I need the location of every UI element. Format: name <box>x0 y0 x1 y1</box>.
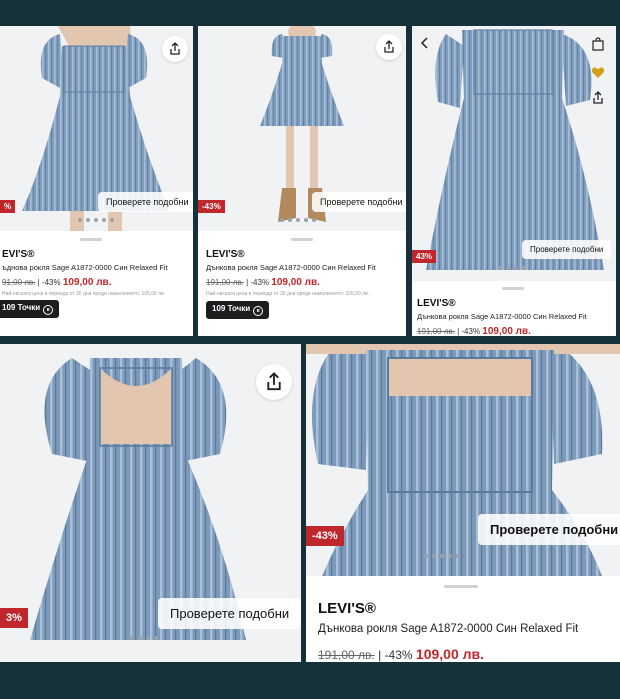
share-button-4[interactable] <box>256 364 292 400</box>
share-icon <box>384 40 394 53</box>
product-name-2[interactable]: Дънкова рокля Sage A1872-0000 Син Relaxe… <box>206 263 376 272</box>
bag-icon <box>592 37 604 51</box>
discount-pct-5: -43% <box>384 648 413 662</box>
points-text-1: 109 Точки <box>2 303 41 312</box>
old-price-2: 191,00 лв. <box>206 278 244 287</box>
old-price-5: 191,00 лв. <box>318 648 375 662</box>
discount-pct-3: -43% <box>461 327 481 336</box>
top-bar <box>0 0 620 22</box>
new-price-5: 109,00 лв. <box>415 646 485 662</box>
discount-pct-1: -43% <box>41 278 61 287</box>
image-dots-4 <box>130 636 158 640</box>
lowest-price-note-2: Най-ниската цена в периода от 30 дни пре… <box>206 291 370 297</box>
new-price-1: 109,00 лв. <box>62 277 112 288</box>
points-text-2: 109 Точки <box>212 304 251 313</box>
product-image-3[interactable]: Проверете подобни 43% <box>412 26 616 281</box>
image-dots-3 <box>498 266 526 270</box>
old-price-3: 191,00 лв. <box>417 327 455 336</box>
discount-badge-4: 3% <box>0 608 28 628</box>
image-dots-1 <box>78 218 114 222</box>
price-row-2: 191,00 лв. | -43% 109,00 лв. <box>206 277 320 288</box>
points-badge-2: 109 Точки в <box>206 301 270 319</box>
favorite-button[interactable] <box>590 64 606 80</box>
discount-badge-5: -43% <box>306 526 344 546</box>
check-similar-button-2[interactable]: Проверете подобни <box>312 192 406 212</box>
share-icon <box>267 372 281 391</box>
discount-badge-2: -43% <box>198 200 225 213</box>
product-image-1[interactable]: Проверете подобни % <box>0 26 193 231</box>
product-name-1[interactable]: ъднова рокля Sage A1872-0000 Син Relaxed… <box>2 263 168 272</box>
drag-handle-2[interactable] <box>291 238 313 241</box>
drag-handle-5[interactable] <box>444 585 478 588</box>
brand-3: LEVI'S® <box>417 298 456 309</box>
back-chevron-icon <box>420 37 428 49</box>
coin-icon: в <box>253 306 264 316</box>
price-row-1: 91,00 лв. | -43% 109,00 лв. <box>2 277 112 288</box>
discount-badge-3: 43% <box>412 250 437 263</box>
new-price-3: 109,00 лв. <box>482 326 531 336</box>
product-card-4[interactable]: Проверете подобни 3% <box>0 344 301 662</box>
product-card-5[interactable]: Проверете подобни -43% LEVI'S® Дънкова р… <box>306 344 620 662</box>
drag-handle-1[interactable] <box>80 238 102 241</box>
price-row-5: 191,00 лв. | -43% 109,00 лв. <box>318 646 485 662</box>
product-card-2[interactable]: Проверете подобни -43% LEVI'S® Дънкова р… <box>198 26 406 336</box>
check-similar-button-5[interactable]: Проверете подобни <box>478 514 620 545</box>
share-icon <box>170 42 180 55</box>
bottom-bar <box>0 662 620 699</box>
new-price-2: 109,00 лв. <box>271 277 320 288</box>
brand-5: LEVI'S® <box>318 600 376 617</box>
product-image-4[interactable]: Проверете подобни 3% <box>0 344 301 662</box>
product-image-5[interactable]: Проверете подобни -43% <box>306 344 620 576</box>
share-button-2[interactable] <box>376 34 402 60</box>
check-similar-button-1[interactable]: Проверете подобни <box>98 192 193 212</box>
share-button-1[interactable] <box>162 36 188 62</box>
heart-icon <box>591 67 605 78</box>
check-similar-button-3[interactable]: Проверете подобни <box>522 240 612 259</box>
brand-2: LEVI'S® <box>206 249 245 260</box>
lowest-price-note-1: Най-ниската цена в периода от 30 дни пре… <box>2 291 166 297</box>
product-card-3[interactable]: Проверете подобни 43% LEVI'S® Дънкова ро… <box>412 26 616 336</box>
back-button[interactable] <box>418 36 432 50</box>
discount-badge-1: % <box>0 200 16 213</box>
points-badge-1: 109 Точки в <box>0 300 60 318</box>
share-icon <box>593 91 603 104</box>
price-row-3: 191,00 лв. | -43% 109,00 лв. <box>417 326 531 336</box>
brand-1: EVI'S® <box>2 249 35 260</box>
old-price-1: 91,00 лв. <box>2 278 36 287</box>
share-button-3[interactable] <box>590 90 606 106</box>
product-card-1[interactable]: Проверете подобни % EVI'S® ъднова рокля … <box>0 26 193 336</box>
check-similar-button-4[interactable]: Проверете подобни <box>158 598 301 629</box>
coin-icon: в <box>43 305 54 315</box>
product-name-5[interactable]: Дънкова рокля Sage A1872-0000 Син Relaxe… <box>318 623 578 635</box>
product-name-3[interactable]: Дънкова рокля Sage A1872-0000 Син Relaxe… <box>417 312 587 321</box>
image-dots-5 <box>424 554 460 558</box>
product-image-2[interactable]: Проверете подобни -43% <box>198 26 406 231</box>
bag-button[interactable] <box>590 36 606 52</box>
drag-handle-3[interactable] <box>502 287 524 290</box>
image-dots-2 <box>280 218 316 222</box>
discount-pct-2: -43% <box>250 278 270 287</box>
